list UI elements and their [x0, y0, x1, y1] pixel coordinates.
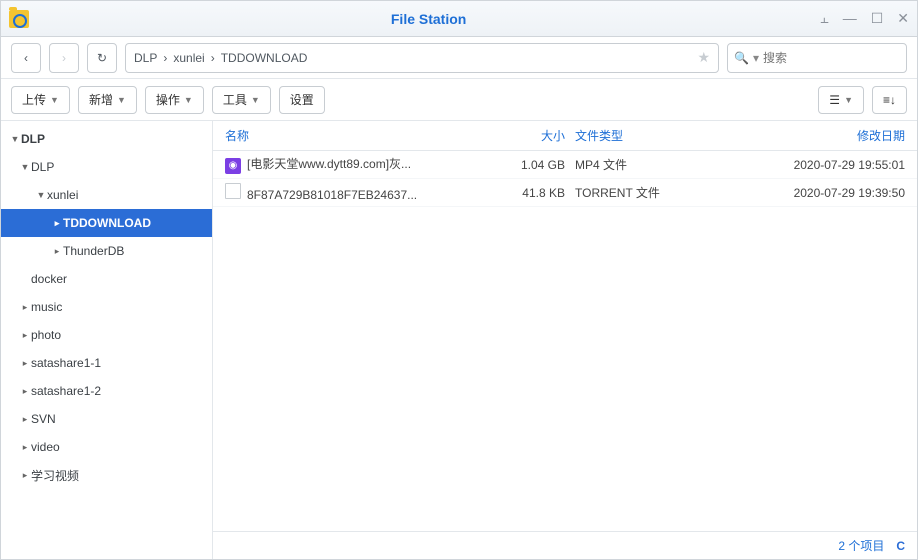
- favorite-icon[interactable]: ★: [697, 49, 710, 66]
- col-size[interactable]: 大小: [495, 127, 575, 144]
- file-icon: [225, 183, 241, 199]
- action-toolbar: 上传▼ 新增▼ 操作▼ 工具▼ 设置 ☰ ▼ ≡↓: [1, 79, 917, 121]
- tree-item[interactable]: ▸ThunderDB: [1, 237, 212, 265]
- item-count: 2 个项目: [838, 537, 884, 554]
- status-bar: 2 个项目 C: [213, 531, 917, 559]
- minimize-icon[interactable]: —: [843, 10, 857, 27]
- tools-button[interactable]: 工具▼: [212, 86, 271, 114]
- tree-item[interactable]: ▸video: [1, 433, 212, 461]
- tree-item[interactable]: docker: [1, 265, 212, 293]
- tree-item[interactable]: ▸SVN: [1, 405, 212, 433]
- tree-root[interactable]: ▼DLP: [1, 125, 212, 153]
- tree-item[interactable]: ▸satashare1-1: [1, 349, 212, 377]
- view-mode-button[interactable]: ☰ ▼: [818, 86, 864, 114]
- tree-item[interactable]: ▸photo: [1, 321, 212, 349]
- content-area: ▼DLP ▼DLP▼xunlei▸TDDOWNLOAD▸ThunderDBdoc…: [1, 121, 917, 559]
- col-date[interactable]: 修改日期: [745, 127, 905, 144]
- back-button[interactable]: ‹: [11, 43, 41, 73]
- search-box[interactable]: 🔍▾: [727, 43, 907, 73]
- tree-item[interactable]: ▼xunlei: [1, 181, 212, 209]
- file-icon: ◉: [225, 158, 241, 174]
- table-row[interactable]: 8F87A729B81018F7EB24637...41.8 KBTORRENT…: [213, 179, 917, 207]
- search-icon: 🔍: [734, 51, 749, 65]
- col-name[interactable]: 名称: [225, 127, 495, 144]
- titlebar: File Station — ☐ ✕: [1, 1, 917, 37]
- forward-button[interactable]: ›: [49, 43, 79, 73]
- breadcrumb-part[interactable]: xunlei: [173, 51, 204, 65]
- upload-button[interactable]: 上传▼: [11, 86, 70, 114]
- tree-item[interactable]: ▸satashare1-2: [1, 377, 212, 405]
- col-type[interactable]: 文件类型: [575, 127, 745, 144]
- window-title: File Station: [37, 11, 820, 27]
- sort-button[interactable]: ≡↓: [872, 86, 907, 114]
- folder-tree: ▼DLP ▼DLP▼xunlei▸TDDOWNLOAD▸ThunderDBdoc…: [1, 121, 213, 559]
- action-button[interactable]: 操作▼: [145, 86, 204, 114]
- tree-item[interactable]: ▸学习视频: [1, 461, 212, 489]
- create-button[interactable]: 新增▼: [78, 86, 137, 114]
- breadcrumb-part[interactable]: TDDOWNLOAD: [221, 51, 308, 65]
- tree-item[interactable]: ▸music: [1, 293, 212, 321]
- status-refresh-icon[interactable]: C: [896, 539, 905, 553]
- search-input[interactable]: [763, 51, 900, 65]
- breadcrumb[interactable]: DLP› xunlei› TDDOWNLOAD ★: [125, 43, 719, 73]
- file-list-panel: 名称 大小 文件类型 修改日期 ◉[电影天堂www.dytt89.com]灰..…: [213, 121, 917, 559]
- pin-icon[interactable]: [820, 10, 828, 27]
- app-icon: [9, 10, 29, 28]
- breadcrumb-part[interactable]: DLP: [134, 51, 157, 65]
- settings-button[interactable]: 设置: [279, 86, 325, 114]
- close-icon[interactable]: ✕: [897, 10, 909, 27]
- maximize-icon[interactable]: ☐: [871, 10, 884, 27]
- tree-item[interactable]: ▸TDDOWNLOAD: [1, 209, 212, 237]
- file-station-window: File Station — ☐ ✕ ‹ › ↻ DLP› xunlei› TD…: [0, 0, 918, 560]
- refresh-button[interactable]: ↻: [87, 43, 117, 73]
- tree-item[interactable]: ▼DLP: [1, 153, 212, 181]
- table-header: 名称 大小 文件类型 修改日期: [213, 121, 917, 151]
- file-rows: ◉[电影天堂www.dytt89.com]灰...1.04 GBMP4 文件20…: [213, 151, 917, 531]
- table-row[interactable]: ◉[电影天堂www.dytt89.com]灰...1.04 GBMP4 文件20…: [213, 151, 917, 179]
- nav-toolbar: ‹ › ↻ DLP› xunlei› TDDOWNLOAD ★ 🔍▾: [1, 37, 917, 79]
